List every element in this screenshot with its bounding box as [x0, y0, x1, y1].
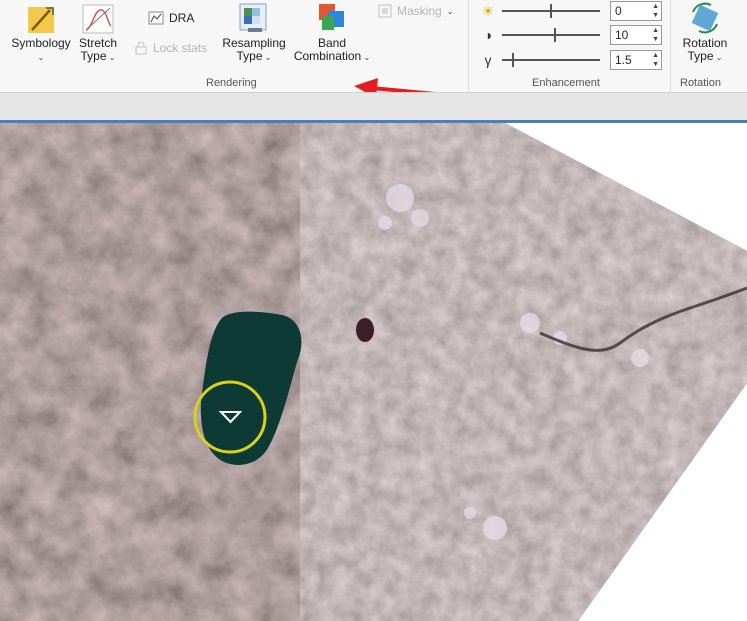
contrast-value: 10: [615, 28, 629, 42]
symbology-button[interactable]: Symbology ⌄: [8, 4, 74, 64]
brightness-value: 0: [615, 4, 622, 18]
chevron-down-icon: ⌄: [106, 53, 116, 62]
spinner-icon[interactable]: ▲ ▼: [652, 51, 659, 69]
lock-stats-label: Lock stats: [153, 41, 208, 55]
gamma-slider-thumb[interactable]: [512, 53, 514, 67]
band-combination-button[interactable]: Band Combination ⌄: [290, 2, 374, 64]
masking-button[interactable]: Masking ⌄: [378, 4, 453, 18]
gamma-slider[interactable]: [502, 53, 600, 67]
stretch-chart-icon: [82, 4, 114, 34]
resampling-type-button[interactable]: Resampling Type ⌄: [220, 2, 288, 64]
spinner-icon[interactable]: ▲ ▼: [652, 26, 659, 44]
chevron-down-icon: ⌄: [37, 53, 45, 62]
stretch-label-line1: Stretch: [78, 36, 117, 50]
enhancement-group-label: Enhancement: [532, 77, 600, 89]
lock-icon: [135, 41, 147, 55]
lock-stats-button[interactable]: Lock stats: [134, 41, 207, 55]
dra-toggle[interactable]: DRA: [148, 10, 194, 26]
resampling-label-line1: Resampling: [222, 36, 286, 50]
rotation-icon: [691, 2, 719, 34]
gamma-input[interactable]: 1.5 ▲ ▼: [610, 50, 662, 70]
resampling-label-line2: Type: [236, 49, 263, 63]
dra-icon: [148, 11, 164, 25]
contrast-slider[interactable]: [502, 28, 600, 42]
chevron-down-icon: ⌄: [446, 6, 454, 16]
ribbon-footer-stripe: [0, 92, 747, 120]
rotation-label-line1: Rotation: [682, 36, 728, 50]
band-combination-icon: [319, 4, 344, 30]
chevron-down-icon: ⌄: [713, 53, 723, 62]
chevron-down-icon: ⌄: [262, 53, 272, 62]
gamma-value: 1.5: [615, 53, 632, 67]
spinner-icon[interactable]: ▲ ▼: [652, 2, 659, 20]
stretch-label-line2: Type: [80, 49, 107, 63]
chevron-down-icon: ⌄: [361, 53, 371, 62]
raster-map-view[interactable]: [0, 123, 747, 621]
contrast-input[interactable]: 10 ▲ ▼: [610, 25, 662, 45]
rotation-type-button[interactable]: Rotation Type ⌄: [676, 2, 734, 64]
masking-label: Masking: [397, 4, 442, 18]
brightness-slider[interactable]: [502, 4, 600, 18]
brightness-input[interactable]: 0 ▲ ▼: [610, 1, 662, 21]
contrast-icon: ◑: [483, 27, 493, 43]
dra-label: DRA: [169, 11, 195, 25]
reservoir: [356, 318, 374, 342]
group-separator: [670, 0, 671, 92]
brightness-slider-thumb[interactable]: [550, 4, 552, 18]
band-label-line1: Band: [317, 36, 347, 50]
brightness-icon: ☀: [481, 2, 495, 19]
contrast-row: ◑ 10 ▲ ▼: [478, 24, 664, 46]
contrast-slider-thumb[interactable]: [554, 28, 556, 42]
gamma-icon: γ: [484, 52, 492, 68]
rendering-group-label: Rendering: [206, 77, 257, 89]
masking-icon: [378, 4, 392, 18]
band-label-line2: Combination: [293, 49, 362, 63]
brightness-row: ☀ 0 ▲ ▼: [478, 0, 664, 22]
gamma-row: γ 1.5 ▲ ▼: [478, 49, 664, 71]
stretch-type-button[interactable]: Stretch Type ⌄: [76, 4, 120, 64]
symbology-label: Symbology: [11, 36, 71, 50]
symbology-icon: [28, 7, 54, 33]
rotation-group-label: Rotation: [680, 77, 721, 89]
resampling-icon: [239, 3, 267, 32]
rotation-label-line2: Type: [687, 49, 714, 63]
